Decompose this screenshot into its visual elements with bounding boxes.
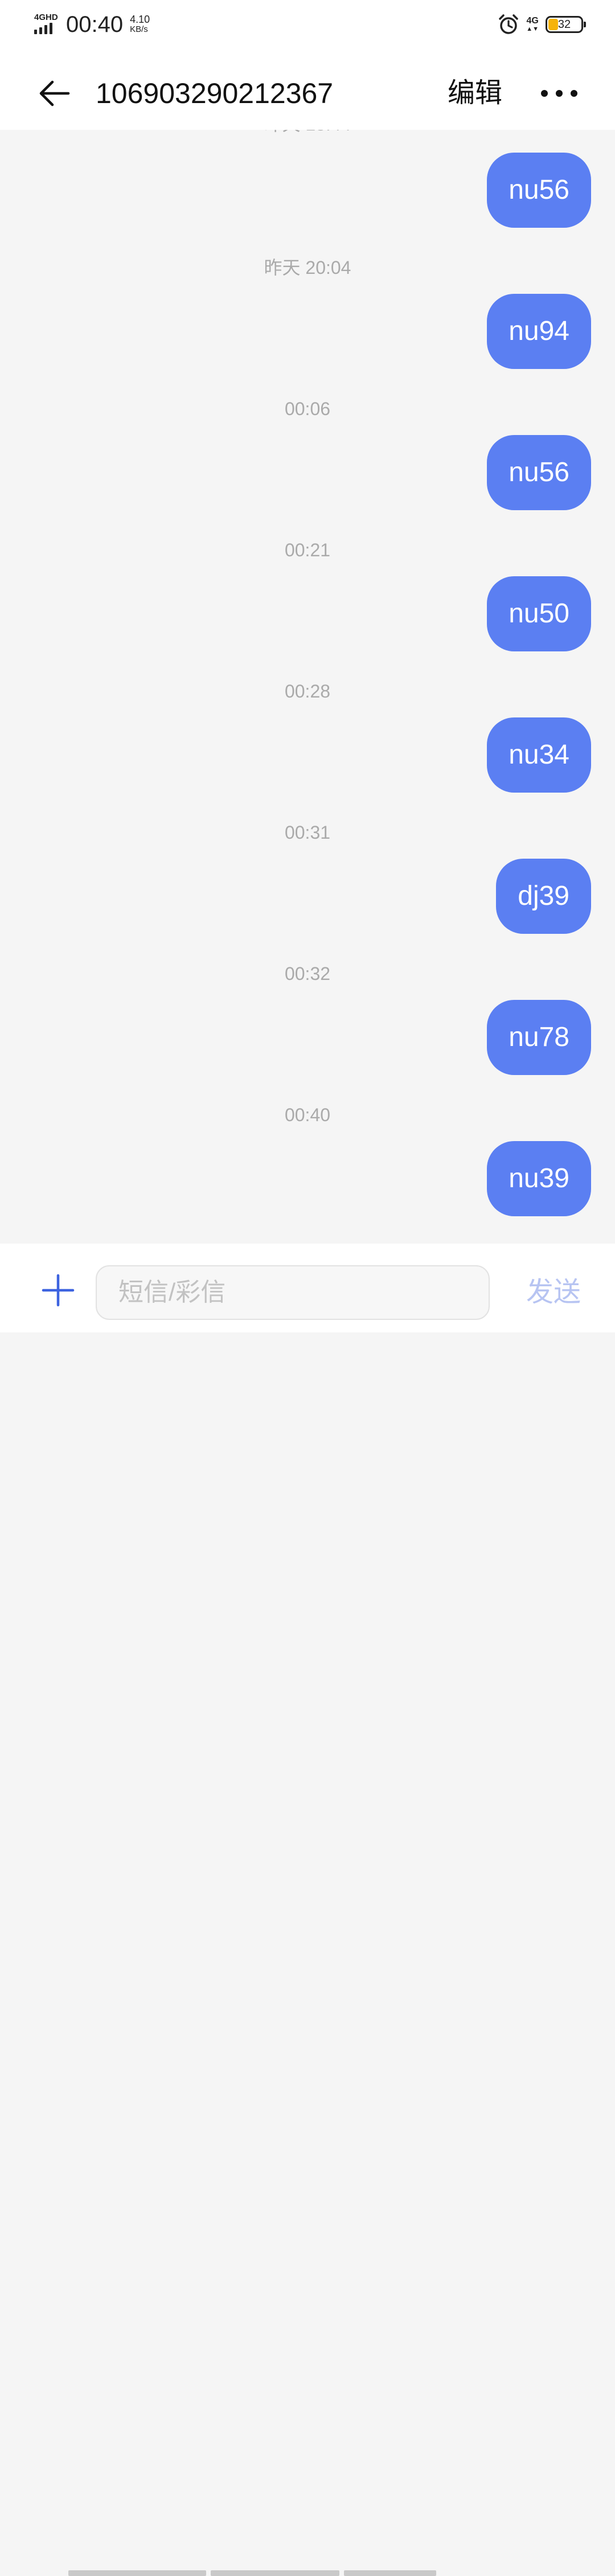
edit-button[interactable]: 编辑: [448, 73, 502, 114]
mobile-data-indicator: 4G ▲▼: [526, 16, 539, 33]
more-dots-icon[interactable]: [541, 82, 577, 105]
message-bubble[interactable]: dj39: [496, 859, 591, 934]
network-right-label: 4G: [526, 16, 539, 26]
network-type-label: 4GHD: [34, 13, 58, 22]
plus-icon[interactable]: [41, 1273, 75, 1307]
data-arrows-icon: ▲▼: [526, 26, 539, 32]
message-timestamp: 昨天 20:04: [264, 257, 351, 278]
message-bubble[interactable]: nu56: [487, 153, 591, 228]
status-left: 4GHD 00:40 4.10 KB/s: [33, 10, 150, 39]
message-timestamp: 00:28: [284, 681, 331, 702]
message-input[interactable]: [96, 1265, 490, 1320]
message-bubble[interactable]: nu39: [487, 1141, 591, 1216]
network-speed: 4.10 KB/s: [130, 14, 150, 34]
status-right: 4G ▲▼ 32: [498, 11, 586, 38]
compose-bar: 发送: [0, 1244, 615, 2576]
arrow-left-icon[interactable]: [34, 73, 75, 114]
message-bubble[interactable]: nu34: [487, 717, 591, 793]
message-bubble[interactable]: nu50: [487, 576, 591, 651]
battery-level: 32: [557, 18, 571, 31]
message-timestamp: 00:31: [284, 822, 331, 843]
status-bar: 4GHD 00:40 4.10 KB/s 4G ▲▼ 32: [0, 0, 615, 48]
signal-icon: 4GHD: [33, 13, 60, 36]
message-bubble[interactable]: nu56: [487, 435, 591, 510]
battery-icon: 32: [546, 16, 586, 33]
conversation-header: 106903290212367 编辑: [0, 48, 615, 130]
message-timestamp: 昨天 15:44: [0, 130, 615, 136]
message-timestamp: 00:40: [284, 1105, 331, 1125]
message-timestamp: 00:21: [284, 540, 331, 560]
network-speed-unit: KB/s: [130, 24, 148, 34]
alarm-icon: [499, 14, 518, 34]
message-bubble[interactable]: nu78: [487, 1000, 591, 1075]
gesture-bar: [68, 2570, 547, 2576]
message-timestamp: 00:06: [284, 399, 331, 419]
status-time: 00:40: [66, 11, 124, 37]
message-timestamp: 00:32: [284, 963, 331, 984]
network-speed-value: 4.10: [130, 14, 150, 25]
message-bubble[interactable]: nu94: [487, 294, 591, 369]
send-button[interactable]: 发送: [526, 1274, 581, 1311]
message-list[interactable]: 昨天 15:44 nu56 昨天 20:04 nu94 00:06 nu56 0…: [0, 130, 615, 1244]
conversation-title: 106903290212367: [96, 77, 334, 109]
